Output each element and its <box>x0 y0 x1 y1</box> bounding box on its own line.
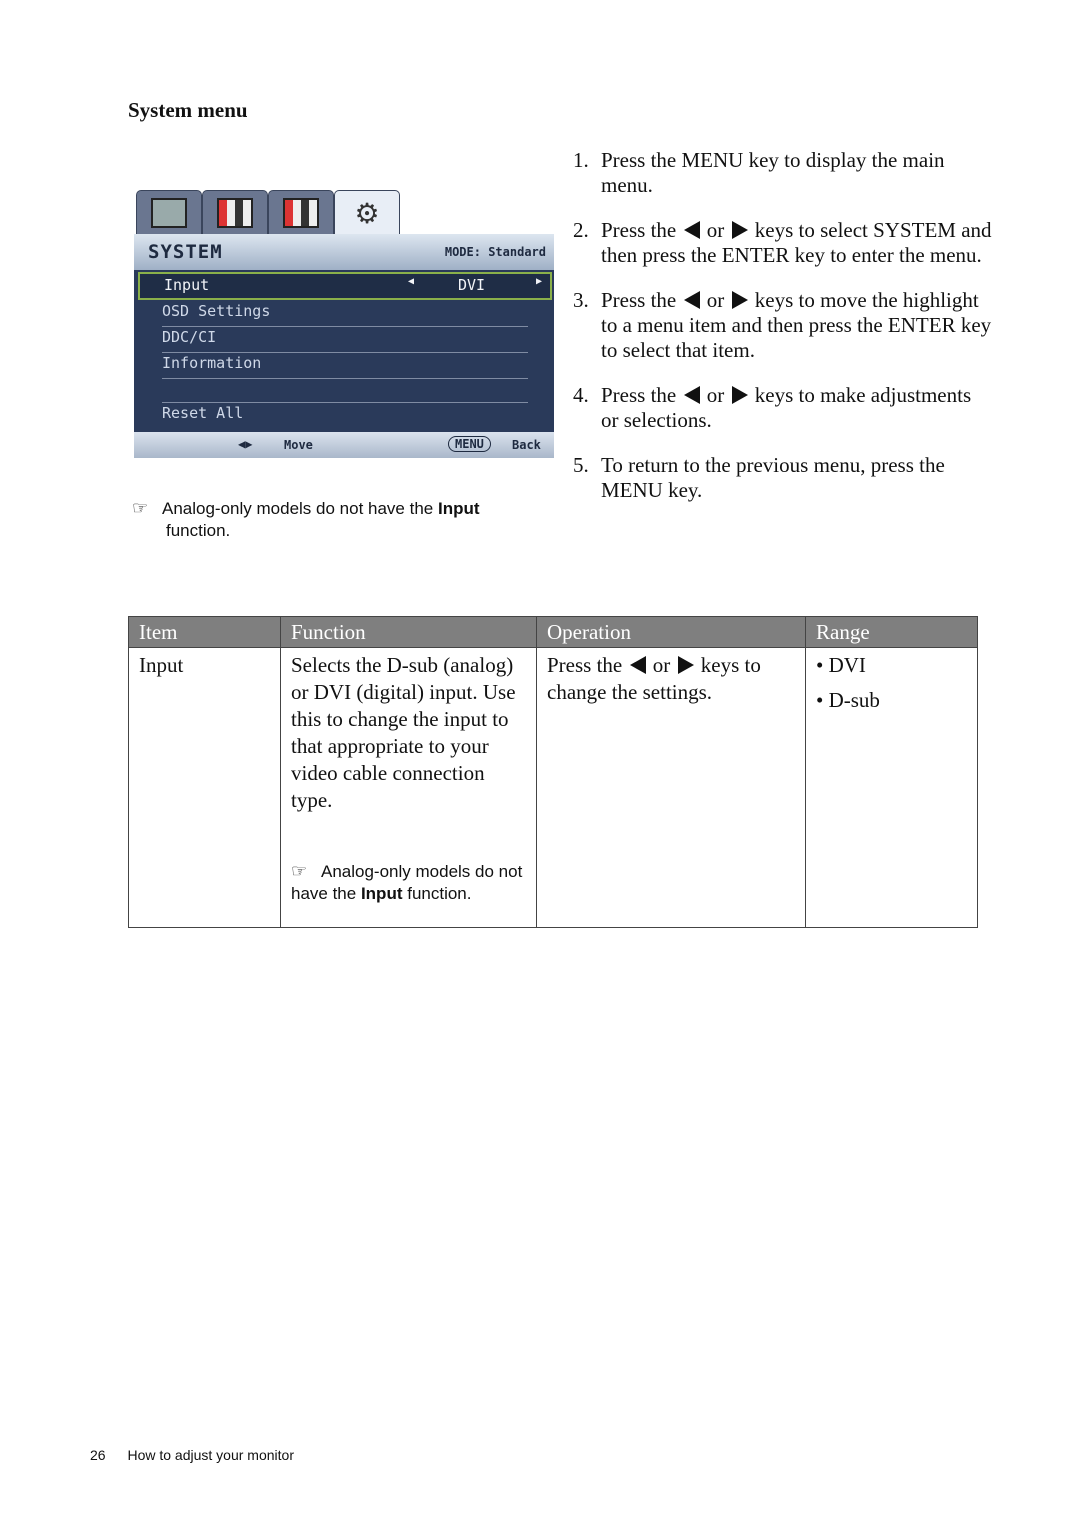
header-function: Function <box>280 616 537 648</box>
osd-item-osd-settings: OSD Settings <box>162 302 528 327</box>
osd-selected-item: Input ◀ DVI ▶ <box>138 272 552 300</box>
step-5: 5. To return to the previous menu, press … <box>573 453 945 502</box>
right-key-icon <box>677 656 694 674</box>
picture-advanced-tab-icon <box>268 190 334 235</box>
step-3: 3. Press the or keys to move the highligh… <box>573 288 992 362</box>
right-key-icon <box>731 221 748 239</box>
picture-tab-icon <box>202 190 268 235</box>
osd-footer-back: Back <box>512 438 541 452</box>
osd-screenshot: ⚙ SYSTEM MODE: Standard Input ◀ DVI ▶ OS… <box>134 188 554 458</box>
osd-footer-menu: MENU <box>448 436 491 452</box>
right-key-icon <box>731 291 748 309</box>
osd-tabs: ⚙ <box>134 188 554 237</box>
osd-item-reset-all: Reset All <box>162 404 244 422</box>
note-text-end: function. <box>166 521 231 540</box>
step-4: 4. Press the or keys to make adjustments … <box>573 383 972 432</box>
left-arrow-icon: ◀ <box>408 276 415 287</box>
page-number: 26 <box>90 1447 106 1463</box>
chapter-title: How to adjust your monitor <box>127 1447 294 1463</box>
left-key-icon <box>683 386 700 404</box>
osd-footer: ◀▶ Move MENU Back <box>134 432 554 458</box>
function-table: Item Function Operation Range Input Sele… <box>128 616 978 928</box>
range-dsub: • D-sub <box>816 688 880 712</box>
osd-item-empty <box>162 378 528 403</box>
osd-item-input: Input <box>164 276 210 294</box>
display-tab-icon <box>136 190 202 235</box>
cell-function: Selects the D-sub (analog) or DVI (digit… <box>280 647 537 928</box>
range-dvi: • DVI <box>816 653 866 677</box>
osd-input-value: DVI <box>458 276 486 294</box>
note-text: Analog-only models do not have the <box>162 499 438 518</box>
table-row: Input Selects the D-sub (analog) or DVI … <box>128 647 978 928</box>
table-header-row: Item Function Operation Range <box>128 616 978 648</box>
function-text: Selects the D-sub (analog) or DVI (digit… <box>291 653 516 812</box>
osd-item-information: Information <box>162 354 528 379</box>
cell-operation: Press the or keys to change the settings… <box>536 647 806 928</box>
note: ☞ Analog-only models do not have the Inpu… <box>132 497 532 542</box>
steps-list: 1. Press the MENU key to display the main… <box>573 148 993 523</box>
osd-header: SYSTEM MODE: Standard <box>134 234 554 270</box>
page-footer: 26 How to adjust your monitor <box>90 1447 294 1463</box>
right-arrow-icon: ▶ <box>536 276 543 287</box>
step-2: 2. Press the or keys to select SYSTEM and… <box>573 218 992 267</box>
left-key-icon <box>629 656 646 674</box>
header-range: Range <box>805 616 978 648</box>
section-heading: System menu <box>128 98 248 122</box>
header-operation: Operation <box>536 616 806 648</box>
osd-item-ddcci: DDC/CI <box>162 328 528 353</box>
pointing-hand-icon: ☞ <box>291 861 308 881</box>
step-1: 1. Press the MENU key to display the main… <box>573 148 945 197</box>
right-key-icon <box>731 386 748 404</box>
header-item: Item <box>128 616 281 648</box>
left-key-icon <box>683 291 700 309</box>
cell-range: • DVI • D-sub <box>805 647 978 928</box>
note-bold: Input <box>437 499 480 518</box>
osd-footer-move: Move <box>284 438 313 452</box>
system-gear-icon: ⚙ <box>334 190 400 237</box>
pointing-hand-icon: ☞ <box>132 498 149 518</box>
function-note: ☞ Analog-only models do not have the Inpu… <box>291 861 523 903</box>
cell-item: Input <box>128 647 281 928</box>
osd-mode: MODE: Standard <box>444 245 546 259</box>
left-key-icon <box>683 221 700 239</box>
move-arrows-icon: ◀▶ <box>238 437 253 451</box>
osd-title: SYSTEM <box>148 241 223 263</box>
